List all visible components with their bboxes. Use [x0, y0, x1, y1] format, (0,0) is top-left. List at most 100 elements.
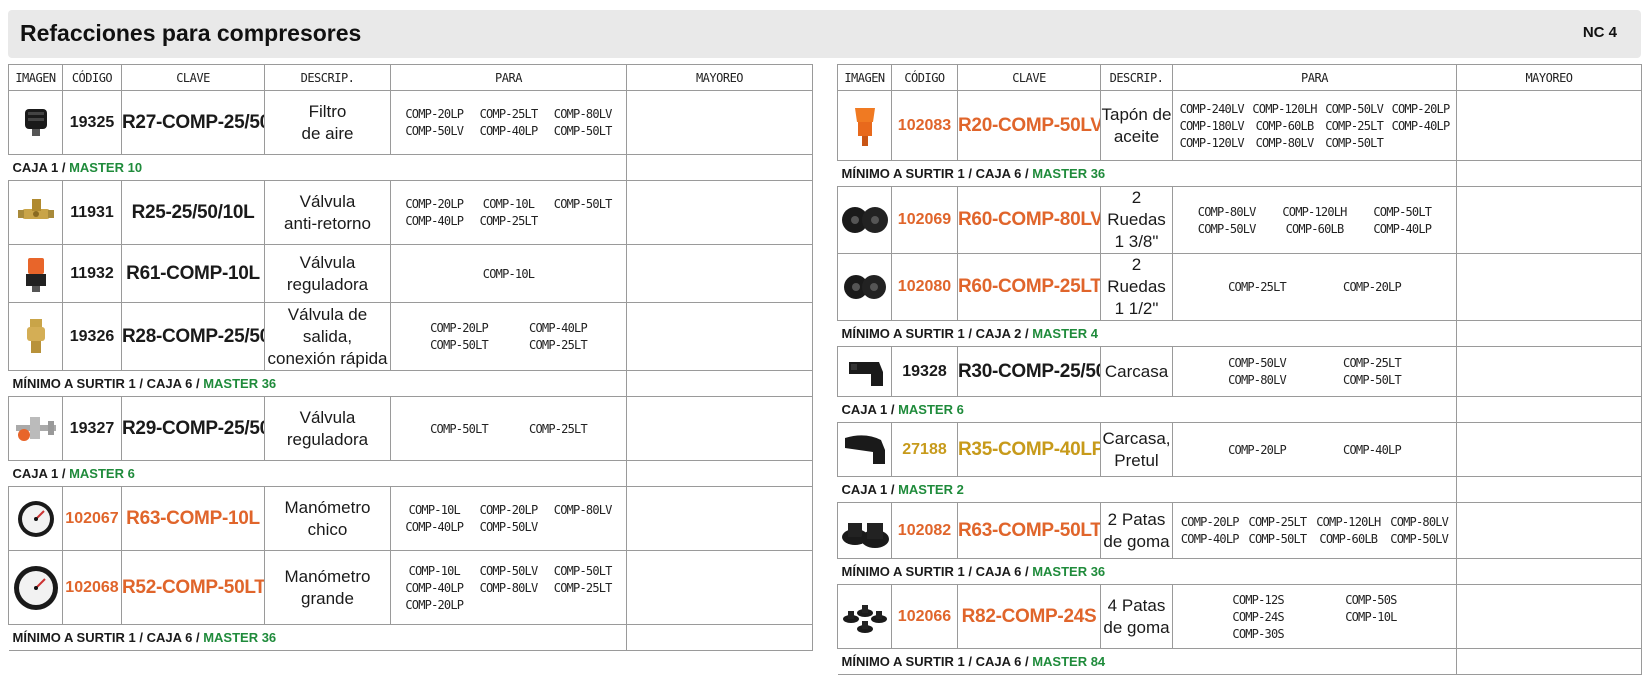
product-row: 102067 R63-COMP-10L Manómetro chico COMP-10L…: [8, 486, 813, 551]
product-description: Carcasa, Pretul: [1100, 422, 1173, 477]
product-row: 102083 R20-COMP-50LV Tapón de aceite COMP-24…: [837, 90, 1642, 161]
model-tag: COMP-40LP: [405, 580, 464, 595]
product-row: 11931 R25-25/50/10L Válvula anti-retorno COM…: [8, 180, 813, 245]
packaging-info: MÍNIMO A SURTIR 1 / CAJA 6 / MASTER 36: [8, 624, 627, 651]
packaging-row: MÍNIMO A SURTIR 1 / CAJA 6 / MASTER 36: [8, 370, 813, 397]
model-tag: COMP-50LV: [1228, 356, 1287, 370]
model-tag: COMP-80LV: [1197, 204, 1257, 219]
packaging-label: CAJA 1 /: [12, 160, 70, 175]
right-panel: IMAGEN CÓDIGO CLAVE DESCRIP. PARA MAYORE…: [837, 64, 1642, 684]
description-line: 2 Patas: [1107, 509, 1166, 529]
col-header-codigo: CÓDIGO: [62, 64, 122, 91]
product-description: Carcasa: [1100, 346, 1173, 397]
product-key: R82-COMP-24S: [957, 584, 1101, 649]
product-image: [8, 550, 63, 625]
description-line: anti-retorno: [284, 213, 371, 233]
model-tag: COMP-20LP: [1343, 280, 1402, 294]
left-panel: IMAGEN CÓDIGO CLAVE DESCRIP. PARA MAYORE…: [8, 64, 813, 684]
compatible-models: COMP-10L: [390, 244, 627, 303]
description-line: grande: [301, 588, 354, 608]
product-image: [837, 422, 892, 477]
product-key: R20-COMP-50LV: [957, 90, 1101, 161]
mayoreo-cell: [1456, 648, 1642, 675]
model-tag: COMP-20LP: [1180, 515, 1240, 529]
product-image: [837, 90, 892, 161]
quick-connector-icon: [10, 315, 62, 359]
product-row: 19326R28-COMP-25/50LVálvula de salida,co…: [8, 302, 813, 371]
model-tag: COMP-10L: [482, 197, 535, 211]
pressure-gauge-large-icon: [10, 564, 62, 612]
product-key: R30-COMP-25/50L: [957, 346, 1101, 397]
mayoreo-cell: [1456, 396, 1642, 423]
model-tag: COMP-50LT: [1248, 532, 1308, 546]
product-code: 102068: [62, 550, 122, 625]
housing-pretul-icon: [839, 428, 891, 472]
mayoreo-cell: [1456, 346, 1642, 397]
product-key: R63-COMP-10L: [121, 486, 265, 551]
oil-cap-icon: [839, 102, 891, 150]
packaging-info: CAJA 1 / MASTER 2: [837, 476, 1457, 503]
product-code: 102080: [891, 253, 958, 321]
air-filter-icon: [10, 103, 62, 143]
packaging-info: CAJA 1 / MASTER 6: [837, 396, 1457, 423]
model-tag: COMP-80LV: [553, 503, 613, 517]
rubber-feet-4-icon: [839, 595, 891, 639]
page-code: NC 4: [1582, 24, 1617, 41]
packaging-row: CAJA 1 / MASTER 6: [8, 460, 813, 487]
product-description: Filtro de aire: [264, 90, 391, 155]
packaging-label: MÍNIMO A SURTIR 1 / CAJA 6 /: [841, 564, 1033, 579]
model-tag: COMP-60LB: [1285, 221, 1345, 236]
packaging-label: MÍNIMO A SURTIR 1 / CAJA 6 /: [841, 654, 1033, 669]
product-code: 19325: [62, 90, 122, 155]
mayoreo-cell: [626, 550, 813, 625]
packaging-info: MÍNIMO A SURTIR 1 / CAJA 6 / MASTER 36: [8, 370, 627, 397]
compatible-models: COMP-50LT COMP-25LT: [390, 396, 627, 461]
product-row: 19325R27-COMP-25/50LFiltrode aireCOMP-20…: [8, 90, 813, 155]
product-key: R27-COMP-25/50L: [121, 90, 265, 155]
left-table: IMAGEN CÓDIGO CLAVE DESCRIP. PARA MAYORE…: [8, 64, 813, 651]
packaging-row: CAJA 1 / MASTER 2: [837, 476, 1642, 503]
mayoreo-cell: [1456, 476, 1642, 503]
packaging-row: MÍNIMO A SURTIR 1 / CAJA 6 / MASTER 36: [8, 624, 813, 651]
description-line: Válvula: [299, 191, 356, 211]
description-line: Filtro: [308, 101, 347, 121]
model-tag: COMP-25LT: [1325, 118, 1384, 133]
description-line: Manómetro: [284, 566, 371, 586]
model-tag: COMP-25LT: [529, 421, 588, 436]
model-tag: COMP-50LV: [479, 520, 539, 534]
model-tag: COMP-10L: [1345, 609, 1397, 624]
model-tag: COMP-80LV: [479, 580, 539, 595]
compatible-models: COMP-240LV COMP-120LH COMP-50LV COMP-20LP CO…: [1172, 90, 1457, 161]
model-tag: COMP-40LP: [479, 124, 539, 138]
model-tag: COMP-10L: [408, 563, 461, 578]
product-key: R28-COMP-25/50L: [121, 302, 265, 371]
model-tag: COMP-20LP: [405, 597, 464, 612]
model-tag: COMP-50LV: [1325, 101, 1384, 116]
product-key: R60-COMP-25LT: [957, 253, 1101, 321]
product-image: [837, 253, 892, 321]
model-tag: COMP-30S: [1232, 626, 1284, 641]
model-tag: COMP-20LP: [430, 321, 489, 335]
model-tag: COMP-80LV: [1228, 373, 1287, 387]
product-code: 102083: [891, 90, 958, 161]
packaging-info: CAJA 1 / MASTER 6: [8, 460, 627, 487]
check-valve-icon: [10, 193, 62, 233]
right-table: IMAGEN CÓDIGO CLAVE DESCRIP. PARA MAYORE…: [837, 64, 1642, 675]
product-row: 19327R29-COMP-25/50LVálvulareguladoraCOM…: [8, 396, 813, 461]
product-key: R60-COMP-80LV: [957, 186, 1101, 254]
product-description: Válvula anti-retorno: [264, 180, 391, 245]
model-tag: COMP-50LT: [1373, 204, 1432, 219]
compatible-models: COMP-80LV COMP-120LH COMP-50LT COMP-50LV COM…: [1172, 186, 1457, 254]
col-header-codigo: CÓDIGO: [891, 64, 958, 91]
product-image: [8, 244, 63, 303]
col-header-mayoreo: MAYOREO: [626, 64, 813, 91]
col-header-descrip: DESCRIP.: [1100, 64, 1173, 91]
product-code: 19328: [891, 346, 958, 397]
model-tag: COMP-25LT: [529, 338, 588, 352]
model-tag: COMP-12S: [1232, 592, 1284, 607]
mayoreo-cell: [626, 460, 813, 487]
model-tag: COMP-120LH: [1282, 204, 1347, 219]
compatible-models: COMP-25LT COMP-20LP: [1172, 253, 1457, 321]
col-header-imagen: IMAGEN: [8, 64, 63, 91]
wheels-small-icon: [839, 265, 891, 309]
